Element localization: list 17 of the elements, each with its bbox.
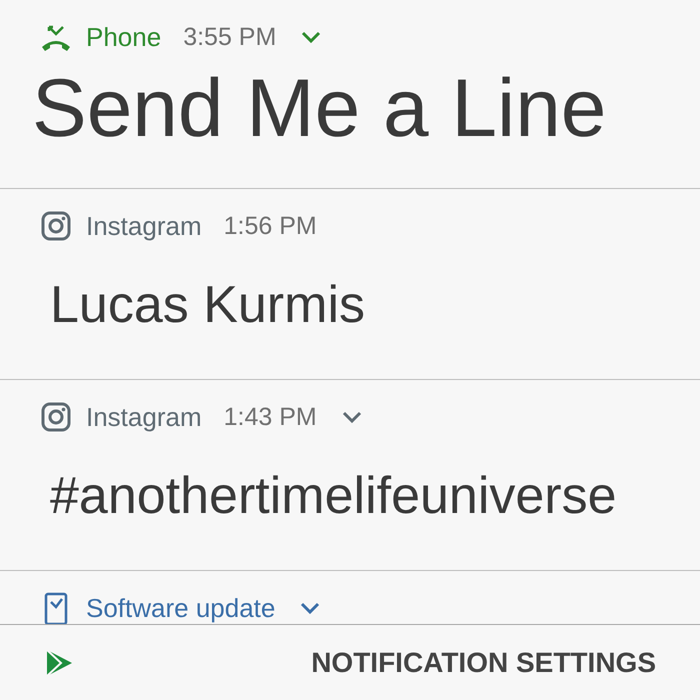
notification-time: 1:56 PM — [224, 212, 317, 240]
chevron-down-icon[interactable] — [340, 410, 363, 424]
notification-title: #anothertimelifeuniverse — [50, 466, 618, 526]
app-name: Phone — [86, 22, 162, 52]
app-name: Instagram — [86, 402, 202, 432]
notification-settings-button[interactable]: NOTIFICATION SETTINGS — [311, 646, 656, 678]
app-name: Software update — [86, 592, 276, 624]
chevron-down-icon[interactable] — [300, 30, 322, 44]
play-icon — [44, 648, 74, 678]
notification-title: Lucas Kurmis — [50, 275, 366, 335]
chevron-down-icon[interactable] — [299, 601, 322, 615]
app-name: Instagram — [86, 210, 202, 242]
camera-icon — [40, 210, 72, 242]
camera-icon — [40, 401, 72, 433]
notification-time: 3:55 PM — [183, 22, 276, 52]
notification-title: Send Me a Line — [32, 62, 608, 156]
notification-time: 1:43 PM — [224, 402, 317, 432]
